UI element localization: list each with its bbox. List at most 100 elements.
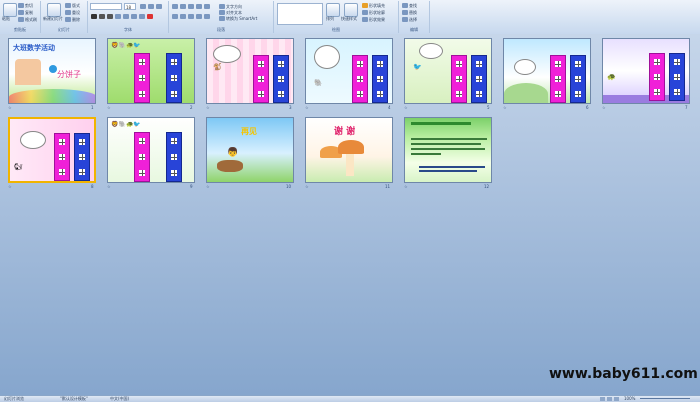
numbering-icon[interactable]: [180, 4, 186, 9]
replace-icon[interactable]: [402, 10, 408, 15]
char-spacing-icon[interactable]: [131, 14, 137, 19]
decrease-indent-icon[interactable]: [188, 4, 194, 9]
blue-house: [471, 55, 487, 103]
transition-icon[interactable]: ☆: [404, 105, 408, 110]
cut-label[interactable]: 剪切: [25, 3, 33, 9]
font-name-box[interactable]: [90, 3, 122, 10]
slide-thumbnail-12[interactable]: [404, 117, 492, 183]
align-center-icon[interactable]: [180, 14, 186, 19]
delete-icon[interactable]: [65, 17, 71, 22]
transition-icon[interactable]: ☆: [503, 105, 507, 110]
transition-icon[interactable]: ☆: [206, 184, 210, 189]
change-case-icon[interactable]: [139, 14, 145, 19]
paste-button[interactable]: [3, 3, 17, 17]
shape-fill-label[interactable]: 形状填充: [369, 3, 385, 9]
window-icon: [555, 76, 561, 82]
zoom-slider[interactable]: [640, 398, 690, 399]
shape-effects-icon[interactable]: [362, 17, 368, 22]
format-painter-icon[interactable]: [18, 17, 24, 22]
shapes-gallery[interactable]: [277, 3, 323, 25]
slide-number-4: 4: [388, 105, 391, 110]
transition-icon[interactable]: ☆: [107, 105, 111, 110]
line-spacing-icon[interactable]: [204, 4, 210, 9]
slideshow-button[interactable]: [614, 397, 619, 401]
slide-thumbnail-8[interactable]: 🐿: [8, 117, 96, 183]
reset-label[interactable]: 重设: [72, 10, 80, 16]
slide-thumbnail-2[interactable]: 🦁🐘🐢🐦: [107, 38, 195, 104]
shape-fill-icon[interactable]: [362, 3, 368, 8]
font-color-icon[interactable]: [147, 14, 153, 19]
text-direction-icon[interactable]: [219, 4, 225, 9]
shape-effects-label[interactable]: 形状效果: [369, 17, 385, 23]
italic-icon[interactable]: [99, 14, 105, 19]
hill-illustration: [504, 83, 548, 103]
find-icon[interactable]: [402, 3, 408, 8]
layout-label[interactable]: 版式: [72, 3, 80, 9]
slide-thumbnail-6[interactable]: [503, 38, 591, 104]
transition-icon[interactable]: ☆: [305, 184, 309, 189]
align-text-icon[interactable]: [219, 10, 225, 15]
slide-thumbnail-9[interactable]: 🦁🐘🐢🐦: [107, 117, 195, 183]
slide-thumbnail-7[interactable]: 🐢: [602, 38, 690, 104]
shape-outline-label[interactable]: 形状轮廓: [369, 10, 385, 16]
font-size-box[interactable]: 18: [124, 3, 136, 10]
find-label[interactable]: 查找: [409, 3, 417, 9]
delete-label[interactable]: 删除: [72, 17, 80, 23]
copy-label[interactable]: 复制: [25, 10, 33, 16]
align-left-icon[interactable]: [172, 14, 178, 19]
language-status[interactable]: 中文(中国): [110, 396, 129, 402]
columns-icon[interactable]: [204, 14, 210, 19]
grow-font-icon[interactable]: [140, 4, 146, 9]
transition-icon[interactable]: ☆: [404, 184, 408, 189]
clear-format-icon[interactable]: [156, 4, 162, 9]
cut-icon[interactable]: [18, 3, 24, 8]
new-slide-label[interactable]: 新建幻灯片: [43, 16, 63, 22]
window-icon: [357, 61, 363, 67]
slide-thumbnail-10[interactable]: 再见 👦: [206, 117, 294, 183]
normal-view-button[interactable]: [600, 397, 605, 401]
reset-icon[interactable]: [65, 10, 71, 15]
slide-thumbnail-3[interactable]: 🐒: [206, 38, 294, 104]
arrange-button[interactable]: [326, 3, 340, 17]
justify-icon[interactable]: [196, 14, 202, 19]
arrange-label[interactable]: 排列: [326, 16, 334, 22]
increase-indent-icon[interactable]: [196, 4, 202, 9]
strikethrough-icon[interactable]: [115, 14, 121, 19]
quick-styles-button[interactable]: [344, 3, 358, 17]
smartart-label[interactable]: 转换为 SmartArt: [226, 16, 257, 22]
slide-thumbnail-1[interactable]: 大班数学活动 分饼子: [8, 38, 96, 104]
window-icon: [456, 61, 462, 67]
transition-icon[interactable]: ☆: [8, 105, 12, 110]
smartart-icon[interactable]: [219, 16, 225, 21]
copy-icon[interactable]: [18, 10, 24, 15]
format-painter-label[interactable]: 格式刷: [25, 17, 37, 23]
transition-icon[interactable]: ☆: [602, 105, 606, 110]
shrink-font-icon[interactable]: [148, 4, 154, 9]
underline-icon[interactable]: [107, 14, 113, 19]
slide-thumbnail-5[interactable]: 🐦: [404, 38, 492, 104]
replace-label[interactable]: 替换: [409, 10, 417, 16]
transition-icon[interactable]: ☆: [8, 184, 12, 189]
transition-icon[interactable]: ☆: [107, 184, 111, 189]
select-label[interactable]: 选择: [409, 17, 417, 23]
transition-icon[interactable]: ☆: [305, 105, 309, 110]
shadow-icon[interactable]: [123, 14, 129, 19]
transition-icon[interactable]: ☆: [206, 105, 210, 110]
bullets-icon[interactable]: [172, 4, 178, 9]
new-slide-button[interactable]: [47, 3, 61, 17]
blue-house: [166, 53, 182, 103]
speech-bubble: [213, 45, 241, 63]
select-icon[interactable]: [402, 17, 408, 22]
mushroom-illustration: [338, 140, 364, 154]
slide-sorter-button[interactable]: [607, 397, 612, 401]
slide-thumbnail-4[interactable]: 🐘: [305, 38, 393, 104]
shape-outline-icon[interactable]: [362, 10, 368, 15]
bold-icon[interactable]: [91, 14, 97, 19]
paste-label[interactable]: 粘贴: [2, 16, 10, 22]
theme-status[interactable]: "默认设计模板": [60, 396, 88, 402]
quick-styles-label[interactable]: 快速样式: [341, 16, 357, 22]
layout-icon[interactable]: [65, 3, 71, 8]
align-right-icon[interactable]: [188, 14, 194, 19]
window-icon: [476, 76, 482, 82]
slide-thumbnail-11[interactable]: 谢 谢: [305, 117, 393, 183]
